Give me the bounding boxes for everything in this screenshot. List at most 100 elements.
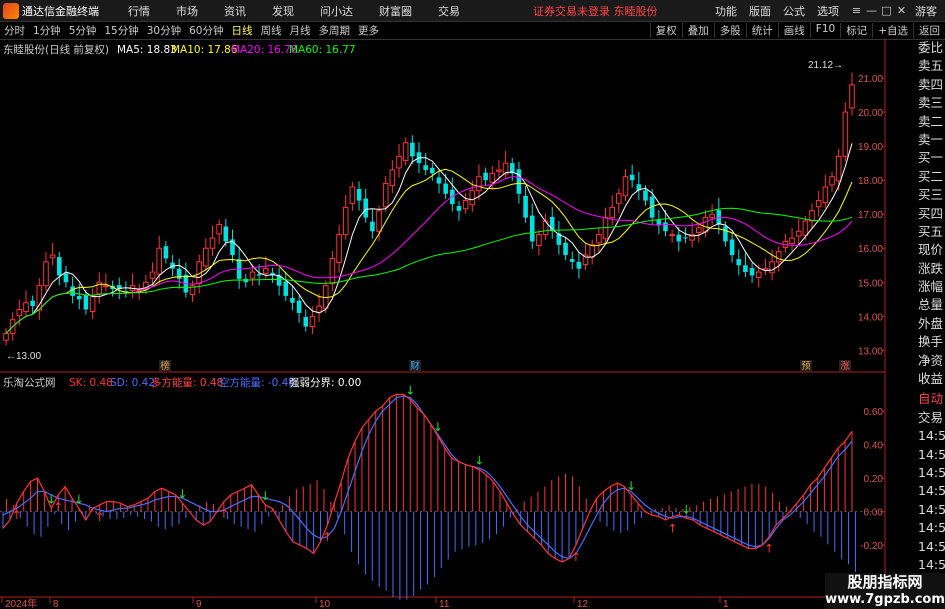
close-icon[interactable]: ✕: [894, 4, 909, 17]
period-60min[interactable]: 60分钟: [185, 23, 227, 38]
period-5min[interactable]: 5分钟: [65, 23, 101, 38]
tool-back[interactable]: 返回: [913, 23, 945, 38]
minimize-icon[interactable]: —: [864, 4, 879, 17]
sell-arrow: ↓: [681, 502, 691, 516]
right-menu: 功能 版面 公式 选项: [709, 3, 845, 19]
period-daily[interactable]: 日线: [228, 23, 257, 38]
period-weekly[interactable]: 周线: [257, 23, 286, 38]
menu-trade[interactable]: 交易: [425, 3, 473, 19]
buy-arrow: ↑: [322, 530, 332, 544]
window-controls: ≡ — □ ✕: [849, 4, 909, 17]
menu-news[interactable]: 资讯: [211, 3, 259, 19]
candle-body: [76, 295, 82, 300]
event-flag: 预: [801, 361, 811, 372]
candle-body: [30, 300, 35, 307]
quote-field-label: 卖一: [918, 131, 944, 147]
candle-body: [616, 193, 622, 204]
candle-body: [376, 210, 382, 232]
quote-field-label: 收益: [918, 371, 944, 387]
quote-field-label: 买二: [918, 168, 944, 184]
tool-add-watchlist[interactable]: +自选: [872, 23, 913, 38]
login-warning: 证券交易未登录 东睦股份: [533, 4, 658, 18]
period-1min[interactable]: 1分钟: [29, 23, 65, 38]
candle-body: [296, 300, 302, 313]
menu-wealth[interactable]: 财富圈: [366, 3, 425, 19]
candle-body: [356, 189, 362, 201]
tool-mark[interactable]: 标记: [840, 23, 872, 38]
candle-body: [842, 111, 849, 157]
period-30min[interactable]: 30分钟: [143, 23, 185, 38]
auto-trade-toggle: 自动: [918, 391, 944, 407]
candle-body: [389, 169, 396, 187]
candle-body: [749, 267, 755, 276]
candle-body: [755, 271, 762, 279]
buy-arrow: ↑: [668, 522, 678, 536]
candle-body: [563, 242, 568, 256]
date-axis-label: 10: [319, 599, 331, 609]
menu-market[interactable]: 行情: [115, 3, 163, 19]
quote-field-label: 委比: [918, 40, 944, 55]
candle-body: [256, 274, 262, 276]
period-intraday[interactable]: 分时: [0, 23, 29, 38]
menu-formula[interactable]: 公式: [777, 3, 811, 19]
tick-time: 14:56: [918, 464, 945, 480]
price-axis-label: 16.00: [858, 244, 883, 255]
menu-exchange[interactable]: 市场: [163, 3, 211, 19]
candle-body: [663, 222, 668, 232]
period-multi[interactable]: 多周期: [315, 23, 355, 38]
menu-discover[interactable]: 发现: [259, 3, 307, 19]
candle-body: [436, 177, 442, 184]
menu-options[interactable]: 选项: [811, 3, 845, 19]
menu-icon[interactable]: ≡: [849, 4, 864, 17]
quote-field-label: 涨跌: [918, 260, 944, 276]
quote-field-label: 总量: [918, 297, 944, 313]
tick-time: 14:56: [918, 520, 945, 536]
sub-axis-label: 0.40: [864, 441, 884, 452]
tool-adjust[interactable]: 复权: [649, 23, 682, 38]
price-axis-label: 15.00: [858, 278, 883, 289]
guest-login[interactable]: 游客: [915, 3, 937, 19]
candle-body: [529, 215, 535, 242]
event-flag: 榜: [160, 360, 170, 372]
candle-body: [16, 309, 23, 317]
candle-body: [789, 237, 795, 244]
tool-overlay[interactable]: 叠加: [681, 23, 714, 38]
period-more[interactable]: 更多: [354, 23, 383, 38]
date-axis-label: 2024年: [5, 597, 37, 609]
candle-body: [423, 165, 428, 170]
candle-body: [249, 271, 256, 279]
menu-function[interactable]: 功能: [709, 3, 743, 19]
menu-layout[interactable]: 版面: [743, 3, 777, 19]
tool-stats[interactable]: 统计: [745, 23, 778, 38]
period-monthly[interactable]: 月线: [286, 23, 315, 38]
period-15min[interactable]: 15分钟: [100, 23, 142, 38]
tool-draw[interactable]: 画线: [777, 23, 810, 38]
candle-body: [656, 219, 662, 225]
candle-body: [489, 172, 496, 183]
sub-axis-label: -0.20: [860, 541, 883, 552]
sell-arrow: ↓: [474, 454, 484, 468]
quote-field-label: 买三: [918, 187, 944, 203]
candle-body: [223, 226, 229, 242]
candle-body: [743, 265, 748, 273]
candle-body: [262, 268, 269, 274]
sk-legend: SK: 0.48: [69, 377, 113, 389]
watermark: 股朋指标网 www.7gpzb.com: [825, 573, 945, 609]
sub-axis-label: 0.00: [864, 508, 884, 519]
date-axis-label: 9: [196, 599, 202, 609]
tool-f10[interactable]: F10: [809, 23, 840, 38]
tick-time: 14:56: [918, 538, 945, 554]
tool-multi-stock[interactable]: 多股: [713, 23, 746, 38]
menu-ask[interactable]: 问小达: [307, 3, 366, 19]
candle-body: [402, 142, 409, 161]
kline-chart[interactable]: 21.00 20.00 19.00 18.00 17.00 16.00 15.00 14.00…: [0, 39, 918, 609]
title-bar: 通达信金融终端 行情 市场 资讯 发现 问小达 财富圈 交易 证券交易未登录 东…: [0, 0, 945, 22]
quote-field-label: 现价: [918, 242, 944, 258]
sell-arrow: ↓: [433, 420, 443, 434]
candle-body: [669, 234, 675, 237]
indicator-name: 乐淘公式网: [3, 376, 56, 389]
candle-body: [203, 247, 209, 267]
maximize-icon[interactable]: □: [879, 4, 894, 17]
buy-arrow: ↑: [12, 508, 22, 522]
candle-body: [43, 261, 49, 287]
